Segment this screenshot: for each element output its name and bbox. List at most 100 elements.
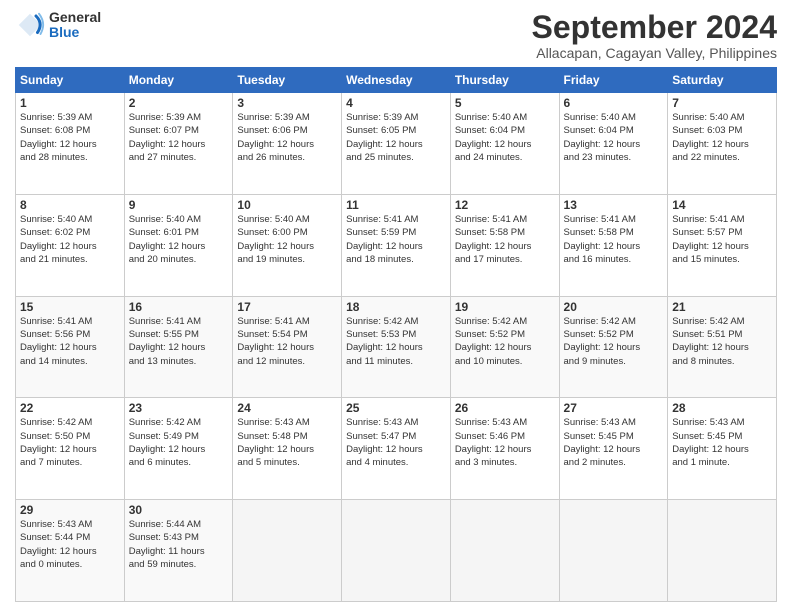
table-row: 4 Sunrise: 5:39 AM Sunset: 6:05 PM Daylig… bbox=[342, 93, 451, 195]
day-info: Sunrise: 5:39 AM Sunset: 6:08 PM Dayligh… bbox=[20, 112, 97, 163]
calendar-row: 1 Sunrise: 5:39 AM Sunset: 6:08 PM Daylig… bbox=[16, 93, 777, 195]
day-info: Sunrise: 5:43 AM Sunset: 5:46 PM Dayligh… bbox=[455, 417, 532, 468]
table-row: 25Sunrise: 5:43 AM Sunset: 5:47 PM Dayli… bbox=[342, 398, 451, 500]
table-row bbox=[342, 500, 451, 602]
day-number: 16 bbox=[129, 300, 229, 314]
day-number: 25 bbox=[346, 401, 446, 415]
day-info: Sunrise: 5:43 AM Sunset: 5:48 PM Dayligh… bbox=[237, 417, 314, 468]
day-number: 4 bbox=[346, 96, 446, 110]
table-row: 6Sunrise: 5:40 AM Sunset: 6:04 PM Daylig… bbox=[559, 93, 668, 195]
header: General Blue September 2024 Allacapan, C… bbox=[15, 10, 777, 61]
day-info: Sunrise: 5:42 AM Sunset: 5:50 PM Dayligh… bbox=[20, 417, 97, 468]
table-row: 21 Sunrise: 5:42 AM Sunset: 5:51 PM Dayli… bbox=[668, 296, 777, 398]
day-number: 13 bbox=[564, 198, 664, 212]
day-info: Sunrise: 5:41 AM Sunset: 5:56 PM Dayligh… bbox=[20, 316, 97, 367]
day-number: 9 bbox=[129, 198, 229, 212]
day-number: 27 bbox=[564, 401, 664, 415]
logo-general-text: General bbox=[49, 10, 101, 25]
day-info: Sunrise: 5:41 AM Sunset: 5:59 PM Dayligh… bbox=[346, 214, 423, 265]
day-number: 1 bbox=[20, 96, 120, 110]
calendar-row: 15 Sunrise: 5:41 AM Sunset: 5:56 PM Dayli… bbox=[16, 296, 777, 398]
day-info: Sunrise: 5:40 AM Sunset: 6:00 PM Dayligh… bbox=[237, 214, 314, 265]
table-row: 12 Sunrise: 5:41 AM Sunset: 5:58 PM Dayli… bbox=[450, 194, 559, 296]
day-number: 29 bbox=[20, 503, 120, 517]
day-number: 10 bbox=[237, 198, 337, 212]
day-number: 2 bbox=[129, 96, 229, 110]
day-info: Sunrise: 5:42 AM Sunset: 5:53 PM Dayligh… bbox=[346, 316, 423, 367]
header-tuesday: Tuesday bbox=[233, 68, 342, 93]
day-info: Sunrise: 5:41 AM Sunset: 5:58 PM Dayligh… bbox=[455, 214, 532, 265]
table-row: 18 Sunrise: 5:42 AM Sunset: 5:53 PM Dayli… bbox=[342, 296, 451, 398]
header-friday: Friday bbox=[559, 68, 668, 93]
day-number: 19 bbox=[455, 300, 555, 314]
day-number: 11 bbox=[346, 198, 446, 212]
day-info: Sunrise: 5:40 AM Sunset: 6:04 PM Dayligh… bbox=[455, 112, 532, 163]
day-info: Sunrise: 5:42 AM Sunset: 5:52 PM Dayligh… bbox=[455, 316, 532, 367]
day-info: Sunrise: 5:42 AM Sunset: 5:51 PM Dayligh… bbox=[672, 316, 749, 367]
logo-text: General Blue bbox=[49, 10, 101, 41]
day-info: Sunrise: 5:43 AM Sunset: 5:44 PM Dayligh… bbox=[20, 519, 97, 570]
day-info: Sunrise: 5:39 AM Sunset: 6:07 PM Dayligh… bbox=[129, 112, 206, 163]
table-row: 28Sunrise: 5:43 AM Sunset: 5:45 PM Dayli… bbox=[668, 398, 777, 500]
day-info: Sunrise: 5:40 AM Sunset: 6:01 PM Dayligh… bbox=[129, 214, 206, 265]
day-number: 21 bbox=[672, 300, 772, 314]
logo-icon bbox=[15, 10, 45, 40]
day-info: Sunrise: 5:43 AM Sunset: 5:45 PM Dayligh… bbox=[564, 417, 641, 468]
table-row: 8Sunrise: 5:40 AM Sunset: 6:02 PM Daylig… bbox=[16, 194, 125, 296]
table-row: 7 Sunrise: 5:40 AM Sunset: 6:03 PM Daylig… bbox=[668, 93, 777, 195]
day-info: Sunrise: 5:44 AM Sunset: 5:43 PM Dayligh… bbox=[129, 519, 205, 570]
page: General Blue September 2024 Allacapan, C… bbox=[0, 0, 792, 612]
day-info: Sunrise: 5:40 AM Sunset: 6:04 PM Dayligh… bbox=[564, 112, 641, 163]
day-info: Sunrise: 5:40 AM Sunset: 6:03 PM Dayligh… bbox=[672, 112, 749, 163]
header-wednesday: Wednesday bbox=[342, 68, 451, 93]
day-number: 8 bbox=[20, 198, 120, 212]
day-info: Sunrise: 5:41 AM Sunset: 5:58 PM Dayligh… bbox=[564, 214, 641, 265]
title-section: September 2024 Allacapan, Cagayan Valley… bbox=[532, 10, 777, 61]
table-row: 16 Sunrise: 5:41 AM Sunset: 5:55 PM Dayli… bbox=[124, 296, 233, 398]
table-row: 19 Sunrise: 5:42 AM Sunset: 5:52 PM Dayli… bbox=[450, 296, 559, 398]
day-number: 17 bbox=[237, 300, 337, 314]
table-row: 17Sunrise: 5:41 AM Sunset: 5:54 PM Dayli… bbox=[233, 296, 342, 398]
day-number: 3 bbox=[237, 96, 337, 110]
day-number: 26 bbox=[455, 401, 555, 415]
header-monday: Monday bbox=[124, 68, 233, 93]
day-info: Sunrise: 5:42 AM Sunset: 5:52 PM Dayligh… bbox=[564, 316, 641, 367]
table-row: 30Sunrise: 5:44 AM Sunset: 5:43 PM Dayli… bbox=[124, 500, 233, 602]
table-row: 5 Sunrise: 5:40 AM Sunset: 6:04 PM Daylig… bbox=[450, 93, 559, 195]
table-row: 1 Sunrise: 5:39 AM Sunset: 6:08 PM Daylig… bbox=[16, 93, 125, 195]
table-row: 29 Sunrise: 5:43 AM Sunset: 5:44 PM Dayli… bbox=[16, 500, 125, 602]
calendar-table: Sunday Monday Tuesday Wednesday Thursday… bbox=[15, 67, 777, 602]
location: Allacapan, Cagayan Valley, Philippines bbox=[532, 45, 777, 61]
calendar-row: 8Sunrise: 5:40 AM Sunset: 6:02 PM Daylig… bbox=[16, 194, 777, 296]
table-row: 3Sunrise: 5:39 AM Sunset: 6:06 PM Daylig… bbox=[233, 93, 342, 195]
table-row: 2 Sunrise: 5:39 AM Sunset: 6:07 PM Daylig… bbox=[124, 93, 233, 195]
day-number: 5 bbox=[455, 96, 555, 110]
table-row: 27 Sunrise: 5:43 AM Sunset: 5:45 PM Dayli… bbox=[559, 398, 668, 500]
table-row: 26 Sunrise: 5:43 AM Sunset: 5:46 PM Dayli… bbox=[450, 398, 559, 500]
day-info: Sunrise: 5:41 AM Sunset: 5:55 PM Dayligh… bbox=[129, 316, 206, 367]
calendar-header: Sunday Monday Tuesday Wednesday Thursday… bbox=[16, 68, 777, 93]
day-number: 7 bbox=[672, 96, 772, 110]
day-info: Sunrise: 5:41 AM Sunset: 5:57 PM Dayligh… bbox=[672, 214, 749, 265]
day-info: Sunrise: 5:43 AM Sunset: 5:45 PM Dayligh… bbox=[672, 417, 749, 468]
table-row: 14 Sunrise: 5:41 AM Sunset: 5:57 PM Dayli… bbox=[668, 194, 777, 296]
day-number: 20 bbox=[564, 300, 664, 314]
day-number: 18 bbox=[346, 300, 446, 314]
calendar-row: 29 Sunrise: 5:43 AM Sunset: 5:44 PM Dayli… bbox=[16, 500, 777, 602]
table-row: 10 Sunrise: 5:40 AM Sunset: 6:00 PM Dayli… bbox=[233, 194, 342, 296]
day-number: 14 bbox=[672, 198, 772, 212]
table-row: 22Sunrise: 5:42 AM Sunset: 5:50 PM Dayli… bbox=[16, 398, 125, 500]
day-info: Sunrise: 5:39 AM Sunset: 6:05 PM Dayligh… bbox=[346, 112, 423, 163]
table-row: 23Sunrise: 5:42 AM Sunset: 5:49 PM Dayli… bbox=[124, 398, 233, 500]
table-row bbox=[233, 500, 342, 602]
table-row: 15 Sunrise: 5:41 AM Sunset: 5:56 PM Dayli… bbox=[16, 296, 125, 398]
day-number: 15 bbox=[20, 300, 120, 314]
weekday-header-row: Sunday Monday Tuesday Wednesday Thursday… bbox=[16, 68, 777, 93]
table-row: 13 Sunrise: 5:41 AM Sunset: 5:58 PM Dayli… bbox=[559, 194, 668, 296]
month-title: September 2024 bbox=[532, 10, 777, 45]
table-row bbox=[668, 500, 777, 602]
header-saturday: Saturday bbox=[668, 68, 777, 93]
day-number: 12 bbox=[455, 198, 555, 212]
table-row bbox=[450, 500, 559, 602]
header-thursday: Thursday bbox=[450, 68, 559, 93]
